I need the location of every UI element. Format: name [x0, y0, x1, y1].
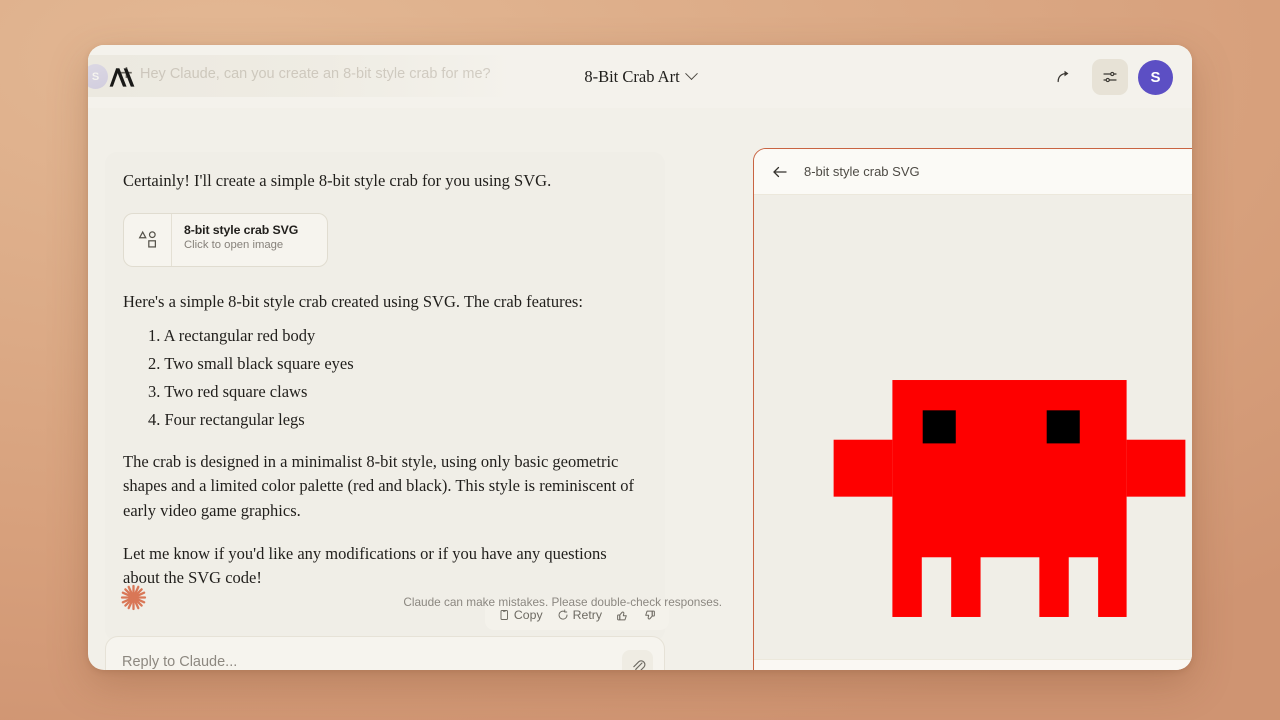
arrow-left-icon — [773, 166, 787, 177]
shapes-icon — [124, 213, 172, 266]
app-window: S + Hey Claude, can you create an 8-bit … — [88, 45, 1192, 670]
chat-column: Certainly! I'll create a simple 8-bit st… — [88, 108, 740, 670]
artifact-footer: Last edited just now Copy — [754, 659, 1192, 670]
clipboard-icon — [500, 610, 508, 621]
artifact-panel: 8-bit style crab SVG — [753, 148, 1192, 670]
back-button[interactable] — [769, 161, 791, 183]
artifact-preview-card[interactable]: 8-bit style crab SVG Click to open image — [123, 212, 328, 267]
crab-leg-gap-2 — [980, 557, 1040, 618]
crab-left-claw — [833, 439, 893, 497]
thumbs-down-icon — [645, 610, 655, 620]
artifact-card-title: 8-bit style crab SVG — [184, 222, 299, 237]
8-bit-crab-artwork — [833, 380, 1186, 618]
paperclip-icon — [632, 659, 645, 670]
message-body: Here's a simple 8-bit style crab created… — [105, 267, 665, 591]
chevron-down-icon[interactable] — [684, 67, 698, 81]
crab-leg-gap-3 — [1068, 557, 1099, 618]
share-button[interactable] — [1046, 59, 1082, 95]
message-paragraph-3: Let me know if you'd like any modificati… — [123, 543, 607, 587]
artifact-canvas — [754, 195, 1192, 661]
user-avatar[interactable]: S — [1138, 59, 1173, 95]
crab-right-claw — [1126, 439, 1186, 497]
crab-leg-gap-1 — [921, 557, 952, 618]
refresh-icon — [558, 609, 568, 620]
avatar: S — [88, 64, 108, 89]
disclaimer-text: Claude can make mistakes. Please double-… — [403, 595, 722, 609]
share-arrow-icon — [1057, 70, 1068, 82]
assistant-message: Certainly! I'll create a simple 8-bit st… — [105, 152, 669, 642]
retry-label: Retry — [572, 608, 602, 623]
thumbs-up-icon — [617, 611, 627, 621]
crab-left-eye — [922, 410, 956, 444]
feature-list: 1. A rectangular red body 2. Two small b… — [123, 326, 647, 430]
list-item: 3. Two red square claws — [148, 382, 308, 401]
list-item: 1. A rectangular red body — [148, 326, 316, 345]
crab-right-eye — [1046, 410, 1080, 444]
list-item: 2. Two small black square eyes — [148, 354, 354, 373]
previous-user-message-ghost: S + Hey Claude, can you create an 8-bit … — [88, 55, 518, 97]
ghost-message-text: Hey Claude, can you create an 8-bit styl… — [140, 66, 491, 82]
attach-button[interactable] — [622, 650, 653, 670]
anthropic-logo-icon — [107, 67, 137, 88]
settings-button[interactable] — [1092, 59, 1128, 95]
copy-label: Copy — [513, 608, 543, 623]
artifact-header: 8-bit style crab SVG — [754, 149, 1192, 195]
message-lead: Here's a simple 8-bit style crab created… — [123, 291, 583, 311]
top-bar-actions: S — [1046, 57, 1173, 97]
artifact-card-subtitle: Click to open image — [184, 238, 284, 251]
message-paragraph-2: The crab is designed in a minimalist 8-b… — [123, 452, 635, 520]
chat-title-text[interactable]: 8-Bit Crab Art — [584, 67, 679, 87]
sliders-icon — [1103, 71, 1117, 83]
message-intro: Certainly! I'll create a simple 8-bit st… — [123, 171, 552, 190]
list-item: 4. Four rectangular legs — [148, 410, 305, 429]
reply-input-placeholder[interactable]: Reply to Claude... — [122, 654, 237, 670]
message-composer[interactable]: Reply to Claude... Claude 3.5 Sonnet — [105, 636, 665, 670]
top-bar: S + Hey Claude, can you create an 8-bit … — [88, 45, 1192, 108]
artifact-title: 8-bit style crab SVG — [804, 164, 920, 179]
